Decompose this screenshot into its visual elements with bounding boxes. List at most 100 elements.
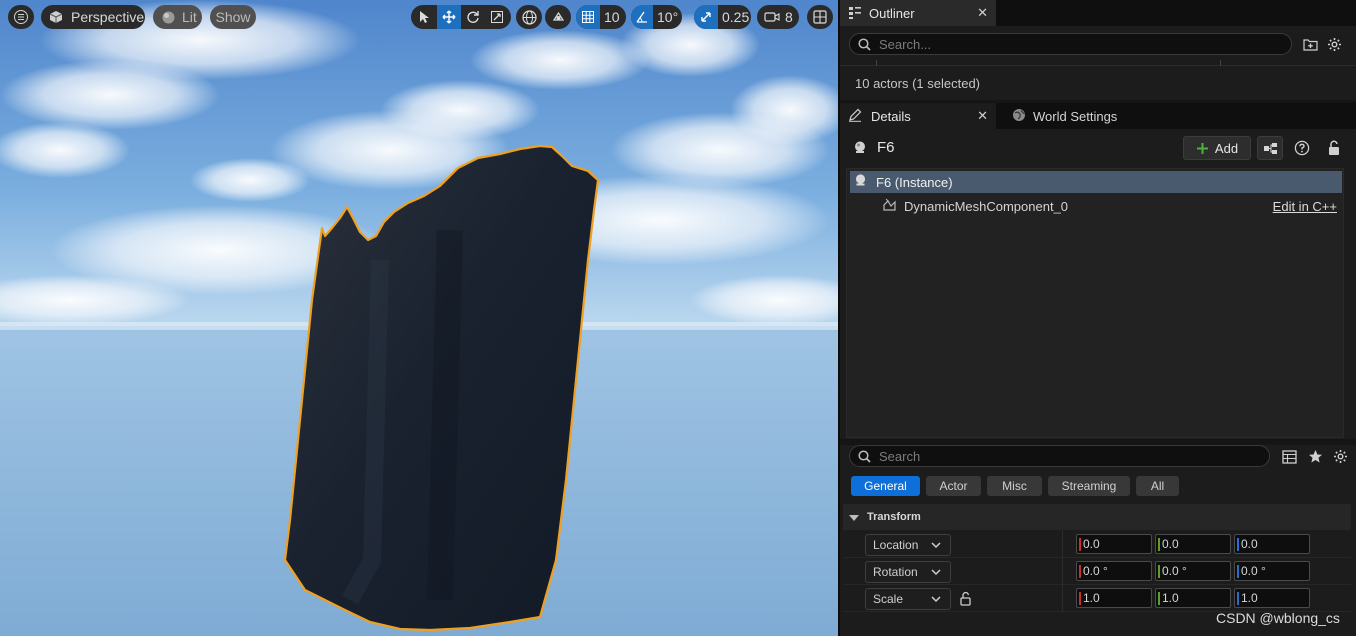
select-tool-button[interactable] — [411, 5, 437, 29]
transform-mode-dropdown[interactable]: Rotation — [865, 561, 951, 583]
lit-button[interactable]: Lit — [153, 5, 202, 29]
transform-scale-z-field[interactable]: 1.0 — [1234, 588, 1310, 608]
help-button[interactable] — [1293, 139, 1311, 157]
view-mode-button[interactable]: Perspective — [41, 5, 145, 29]
show-label: Show — [215, 9, 251, 25]
chevron-down-icon — [931, 596, 941, 603]
property-matrix-button[interactable] — [1281, 448, 1298, 465]
transform-scale-x-field[interactable]: 1.0 — [1076, 588, 1152, 608]
filter-all[interactable]: All — [1136, 476, 1179, 496]
details-search-placeholder: Search — [879, 448, 921, 464]
scale-tool-button[interactable] — [485, 5, 509, 29]
component-root-row[interactable]: F6 (Instance) — [850, 171, 1342, 193]
chevron-down-icon — [849, 510, 859, 525]
transform-scale-y-field[interactable]: 1.0 — [1155, 588, 1231, 608]
star-icon — [1309, 450, 1322, 463]
add-folder-button[interactable] — [1302, 36, 1318, 52]
filter-streaming[interactable]: Streaming — [1048, 476, 1130, 496]
transform-tools — [411, 5, 511, 29]
component-root-label: F6 (Instance) — [876, 174, 953, 190]
close-icon[interactable]: ✕ — [977, 5, 988, 21]
details-settings-button[interactable] — [1332, 448, 1349, 465]
transform-value: 0.0 — [1083, 537, 1100, 551]
cube-icon — [49, 10, 63, 24]
viewport-layout-button[interactable] — [807, 5, 833, 29]
viewport-menu-button[interactable] — [8, 5, 34, 29]
transform-mode-dropdown[interactable]: Location — [865, 534, 951, 556]
outliner-icon — [848, 5, 862, 22]
edit-in-cpp-link[interactable]: Edit in C++ — [1273, 199, 1337, 214]
table-icon — [1282, 449, 1297, 464]
transform-row-rotation: Rotation 0.0 ° 0.0 ° 0.0 ° — [843, 558, 1351, 585]
add-component-button[interactable]: Add — [1183, 136, 1251, 160]
outliner-panel: Outliner ✕ Search... 10 actors (1 select… — [840, 0, 1356, 100]
scale-snap-control[interactable]: 0.25 — [694, 5, 751, 29]
level-viewport[interactable]: Perspective Lit Show 10 10° 0.25 8 — [0, 0, 838, 636]
transform-value: 1.0 — [1241, 591, 1258, 605]
surface-snap-button[interactable] — [545, 5, 571, 29]
tab-details[interactable]: Details ✕ — [840, 103, 996, 129]
blueprint-button[interactable] — [1257, 136, 1283, 160]
scale-snap-toggle[interactable] — [694, 5, 718, 29]
world-local-toggle[interactable] — [516, 5, 542, 29]
watermark: CSDN @wblong_cs — [1216, 610, 1340, 626]
tab-world-settings[interactable]: World Settings — [1004, 103, 1125, 129]
grid-icon — [582, 11, 594, 23]
tab-outliner[interactable]: Outliner ✕ — [840, 0, 996, 26]
chevron-down-icon — [931, 542, 941, 549]
component-child-row[interactable]: DynamicMeshComponent_0 Edit in C++ — [850, 195, 1342, 217]
outliner-search-placeholder: Search... — [879, 36, 932, 52]
transform-rotation-y-field[interactable]: 0.0 ° — [1155, 561, 1231, 581]
transform-rotation-x-field[interactable]: 0.0 ° — [1076, 561, 1152, 581]
lock-button[interactable] — [1326, 139, 1342, 157]
viewport-scene — [0, 0, 838, 636]
close-icon[interactable]: ✕ — [977, 108, 988, 124]
outliner-search-input[interactable]: Search... — [849, 33, 1292, 55]
transform-value: 0.0 ° — [1083, 564, 1108, 578]
show-button[interactable]: Show — [210, 5, 256, 29]
gear-icon — [1327, 37, 1341, 51]
scale-snap-value: 0.25 — [722, 9, 750, 25]
transform-mode-dropdown[interactable]: Scale — [865, 588, 951, 610]
camera-speed-value: 8 — [785, 9, 793, 25]
transform-row-scale: Scale 1.0 1.0 1.0 — [843, 585, 1351, 612]
sphere-icon — [162, 11, 175, 24]
rotation-snap-control[interactable]: 10° — [631, 5, 682, 29]
rotate-tool-button[interactable] — [461, 5, 485, 29]
details-search-input[interactable]: Search — [849, 445, 1270, 467]
actor-name: F6 — [877, 139, 895, 156]
transform-value: 0.0 ° — [1241, 564, 1266, 578]
transform-section-header[interactable]: Transform — [843, 504, 1351, 530]
camera-speed-button[interactable]: 8 — [757, 5, 799, 29]
rotation-snap-toggle[interactable] — [631, 5, 653, 29]
transform-location-z-field[interactable]: 0.0 — [1234, 534, 1310, 554]
transform-location-x-field[interactable]: 0.0 — [1076, 534, 1152, 554]
transform-row-label: Scale — [873, 592, 904, 606]
surface-snap-icon — [552, 11, 564, 21]
transform-location-y-field[interactable]: 0.0 — [1155, 534, 1231, 554]
grid-snap-toggle[interactable] — [576, 5, 600, 29]
unlock-icon[interactable] — [959, 591, 973, 606]
grid-snap-control[interactable]: 10 — [576, 5, 626, 29]
filter-general[interactable]: General — [851, 476, 920, 496]
search-icon — [858, 449, 871, 463]
filter-tabs: General Actor Misc Streaming All — [851, 476, 1179, 496]
favorites-button[interactable] — [1307, 448, 1324, 465]
move-icon — [442, 10, 456, 24]
transform-value: 0.0 — [1241, 537, 1258, 551]
globe-icon — [521, 9, 537, 25]
gear-icon — [1334, 450, 1347, 463]
move-tool-button[interactable] — [437, 5, 461, 29]
transform-value: 1.0 — [1083, 591, 1100, 605]
angle-icon — [636, 11, 647, 23]
dynamic-mesh-icon — [882, 197, 897, 215]
filter-misc[interactable]: Misc — [987, 476, 1042, 496]
transform-value: 0.0 ° — [1162, 564, 1187, 578]
outliner-list-edge — [840, 60, 1356, 66]
transform-rotation-z-field[interactable]: 0.0 ° — [1234, 561, 1310, 581]
outliner-settings-button[interactable] — [1326, 36, 1342, 52]
component-child-label: DynamicMeshComponent_0 — [904, 198, 1069, 214]
outliner-status: 10 actors (1 selected) — [855, 76, 981, 91]
unlock-icon — [1329, 140, 1339, 155]
filter-actor[interactable]: Actor — [926, 476, 981, 496]
